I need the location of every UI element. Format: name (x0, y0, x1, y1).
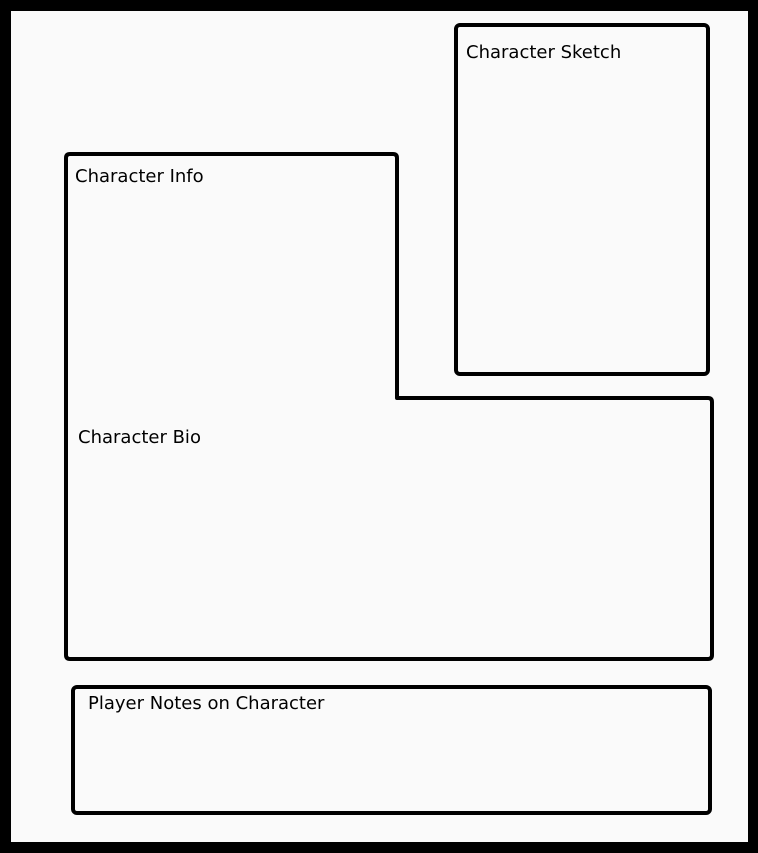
player-notes-label: Player Notes on Character (88, 693, 325, 714)
character-bio-label: Character Bio (78, 427, 201, 448)
character-sheet-layout: Character Sketch Character Info Characte… (0, 0, 758, 853)
character-info-label: Character Info (75, 166, 204, 187)
character-sketch-label: Character Sketch (466, 42, 621, 63)
